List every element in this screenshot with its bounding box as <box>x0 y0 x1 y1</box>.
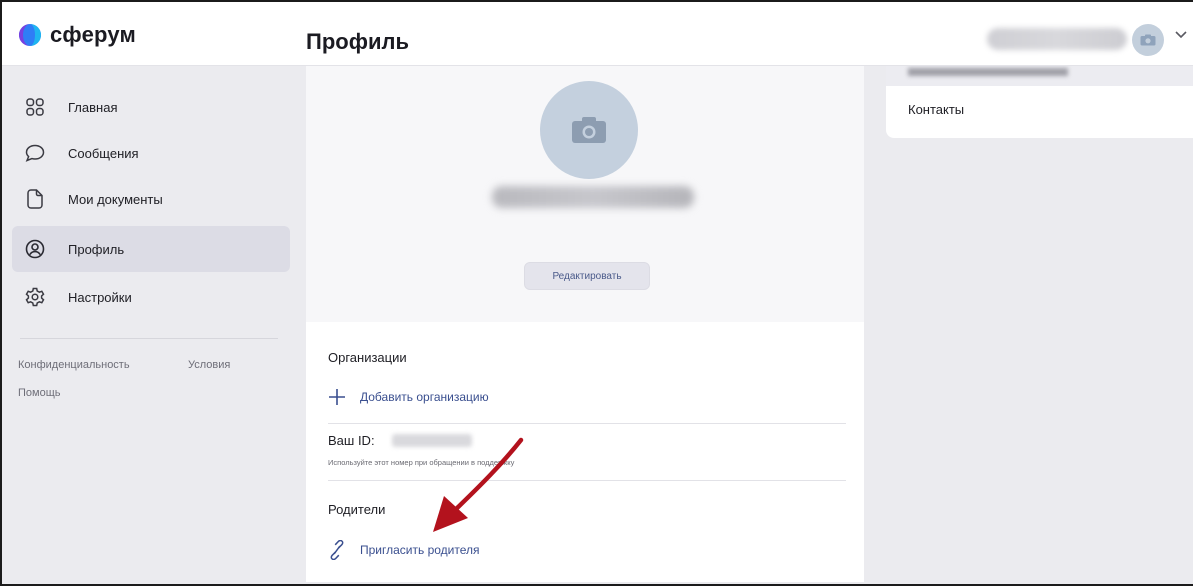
organizations-title: Организации <box>328 350 407 365</box>
chevron-down-icon[interactable] <box>1174 30 1188 40</box>
sidebar-item-messages[interactable]: Сообщения <box>12 130 290 176</box>
profile-header: Редактировать <box>306 66 864 322</box>
document-icon <box>24 188 46 210</box>
profile-card: Редактировать Организации Добавить орган… <box>306 66 864 582</box>
grid-icon <box>24 96 46 118</box>
sidebar-item-profile[interactable]: Профиль <box>12 226 290 272</box>
plus-icon <box>329 389 345 405</box>
chat-bubble-icon <box>24 142 46 164</box>
id-label: Ваш ID: <box>328 433 375 448</box>
sidebar-item-label: Сообщения <box>68 145 139 161</box>
user-avatar[interactable] <box>1132 24 1164 56</box>
contacts-item[interactable]: Контакты <box>908 102 964 117</box>
top-header: сферум Профиль <box>2 2 1193 66</box>
terms-link[interactable]: Условия <box>188 359 230 371</box>
id-hint: Используйте этот номер при обращении в п… <box>328 458 515 467</box>
gear-icon <box>24 286 46 308</box>
app-window: сферум Профиль Главная Сообщения Мои док… <box>0 0 1193 586</box>
privacy-link[interactable]: Конфиденциальность <box>18 359 130 371</box>
profile-name-blurred <box>492 186 694 208</box>
invite-parent-label: Пригласить родителя <box>360 543 480 557</box>
sidebar-item-home[interactable]: Главная <box>12 84 290 130</box>
parents-title: Родители <box>328 502 386 517</box>
help-link[interactable]: Помощь <box>18 387 61 399</box>
sidebar-item-label: Главная <box>68 99 118 115</box>
divider <box>328 480 846 481</box>
divider <box>328 423 846 424</box>
sidebar-item-label: Мои документы <box>68 191 163 207</box>
app-logo[interactable]: сферум <box>18 22 136 48</box>
sferum-logo-icon <box>18 23 42 47</box>
profile-avatar[interactable] <box>540 81 638 179</box>
profile-sections-panel: Контакты <box>886 66 1193 138</box>
sidebar: Главная Сообщения Мои документы Профиль … <box>2 66 298 584</box>
sidebar-item-documents[interactable]: Мои документы <box>12 176 290 222</box>
sidebar-item-label: Профиль <box>68 241 125 257</box>
invite-parent-link[interactable]: Пригласить родителя <box>328 540 480 560</box>
page-title: Профиль <box>306 29 409 54</box>
add-organization-link[interactable]: Добавить организацию <box>328 388 489 406</box>
sidebar-item-label: Настройки <box>68 289 132 305</box>
basic-info-label-blurred <box>908 68 1068 76</box>
sidebar-item-settings[interactable]: Настройки <box>12 274 290 320</box>
link-icon <box>330 540 344 560</box>
edit-profile-button[interactable]: Редактировать <box>524 262 650 290</box>
app-name: сферум <box>50 22 136 47</box>
add-organization-label: Добавить организацию <box>360 390 489 404</box>
sidebar-divider <box>20 338 278 339</box>
user-name-blurred[interactable] <box>987 28 1127 50</box>
id-value-blurred <box>392 434 472 447</box>
profile-icon <box>24 238 46 260</box>
basic-info-item[interactable] <box>886 66 1193 86</box>
camera-icon <box>1140 34 1156 46</box>
camera-icon <box>572 117 606 143</box>
